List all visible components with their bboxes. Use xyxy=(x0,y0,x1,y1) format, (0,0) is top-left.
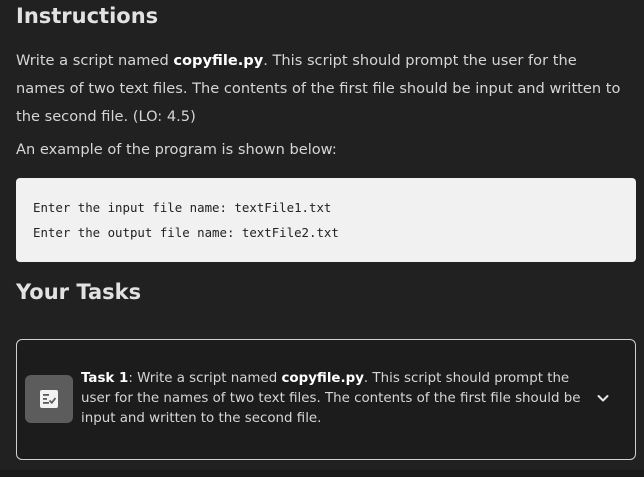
task-script-filename: copyfile.py xyxy=(281,371,364,386)
code-line: Enter the input file name: textFile1.txt xyxy=(33,200,332,215)
tasks-heading: Your Tasks xyxy=(16,280,142,304)
task-description: Task 1: Write a script named copyfile.py… xyxy=(81,369,581,429)
instructions-page: Instructions Write a script named copyfi… xyxy=(0,0,644,477)
bottom-edge xyxy=(0,470,644,477)
script-filename: copyfile.py xyxy=(173,52,264,69)
example-intro: An example of the program is shown below… xyxy=(16,141,337,158)
instructions-description: Write a script named copyfile.py. This s… xyxy=(16,47,628,131)
instructions-heading: Instructions xyxy=(16,4,159,28)
description-text-start: Write a script named xyxy=(16,52,174,69)
code-line: Enter the output file name: textFile2.tx… xyxy=(33,225,339,240)
task-text-start: : Write a script named xyxy=(128,371,282,386)
task-label: Task 1 xyxy=(81,371,129,386)
task-card[interactable]: Task 1: Write a script named copyfile.py… xyxy=(16,339,636,460)
task-checklist-icon xyxy=(25,375,73,423)
chevron-down-icon[interactable] xyxy=(595,390,611,406)
example-code-block: Enter the input file name: textFile1.txt… xyxy=(16,178,636,262)
